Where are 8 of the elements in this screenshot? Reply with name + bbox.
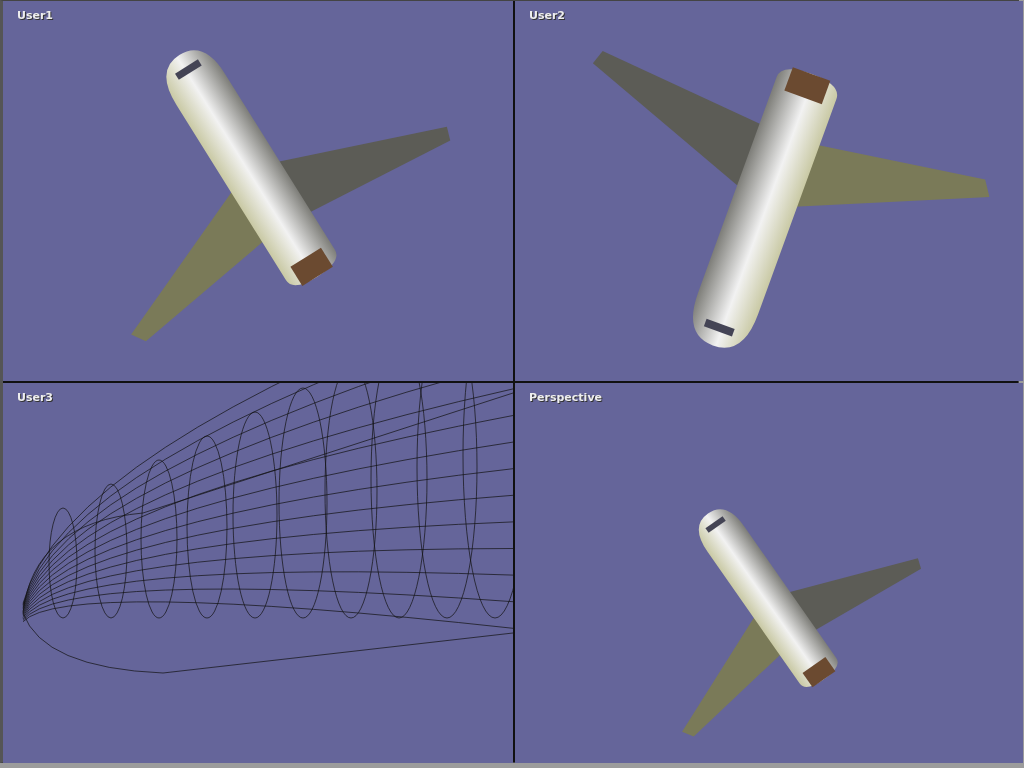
viewport-label: User2: [529, 9, 566, 22]
viewport[interactable]: User3: [3, 383, 513, 763]
viewport-label: User3: [17, 391, 54, 404]
viewport-label: Perspective: [529, 391, 602, 404]
viewport[interactable]: User2: [515, 1, 1023, 381]
viewport[interactable]: Perspective: [515, 383, 1023, 763]
viewport[interactable]: User1: [3, 1, 513, 381]
viewport-label: User1: [17, 9, 54, 22]
